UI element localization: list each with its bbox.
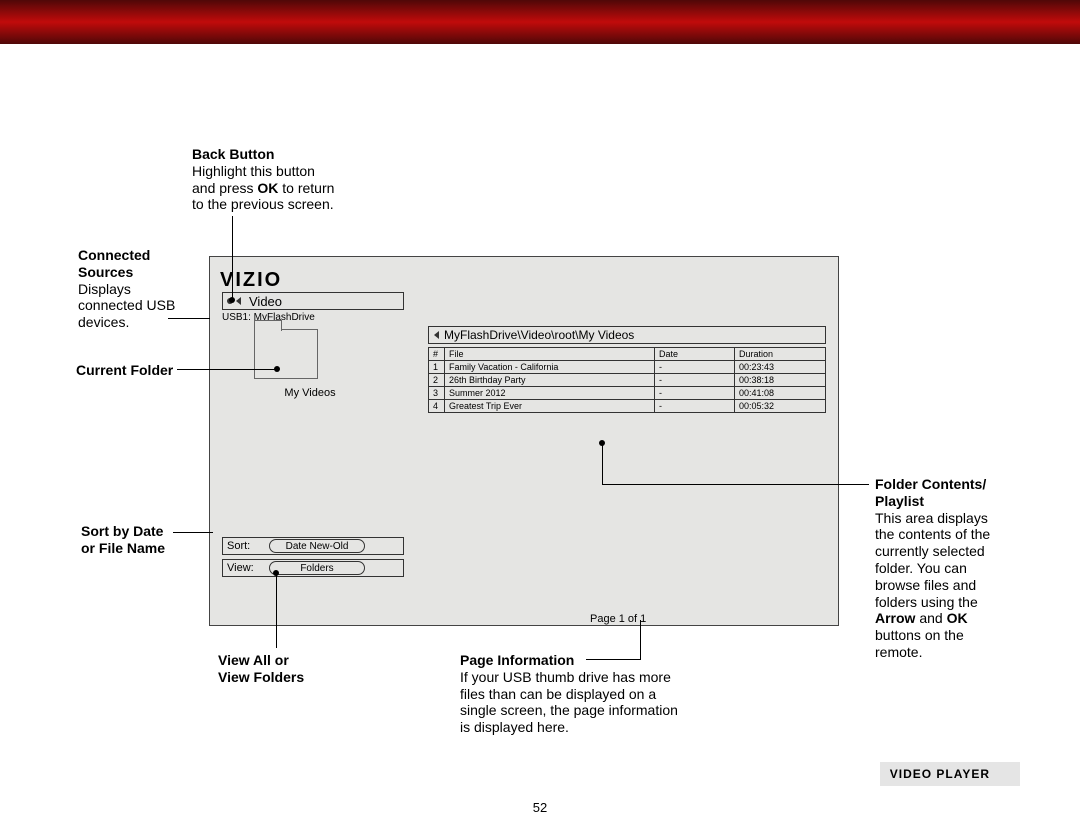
table-row[interactable]: 4Greatest Trip Ever-00:05:32 — [429, 400, 826, 413]
mode-selector[interactable]: Video — [222, 292, 404, 310]
annot-viewall: View All or View Folders — [218, 652, 304, 686]
annot-sources: Connected Sources Displays connected USB… — [78, 247, 175, 331]
view-row[interactable]: View: Folders — [222, 559, 404, 577]
sort-row[interactable]: Sort: Date New-Old — [222, 537, 404, 555]
lead-line — [177, 369, 277, 370]
table-row[interactable]: 3Summer 2012-00:41:08 — [429, 387, 826, 400]
header-bar — [0, 0, 1080, 44]
brand-logo: VIZIO — [220, 269, 282, 292]
annot-back-title: Back Button — [192, 146, 274, 162]
lead-line — [173, 532, 213, 533]
folder-icon[interactable] — [254, 329, 318, 379]
annot-pageinfo: Page Information If your USB thumb drive… — [460, 652, 678, 736]
lead-line — [586, 659, 640, 660]
col-file: File — [445, 348, 655, 361]
folder-name: My Videos — [255, 387, 365, 399]
caption-text: VIDEO PLAYER — [890, 767, 990, 781]
lead-line — [232, 216, 233, 298]
table-header: # File Date Duration — [429, 348, 826, 361]
lead-dot — [229, 297, 235, 303]
back-arrow-icon — [236, 297, 241, 305]
view-label: View: — [223, 562, 257, 574]
sort-label: Sort: — [223, 540, 257, 552]
sort-value[interactable]: Date New-Old — [269, 539, 365, 553]
caption-band: VIDEO PLAYER — [880, 762, 1020, 786]
lead-line — [602, 443, 603, 484]
table-row[interactable]: 1Family Vacation - California-00:23:43 — [429, 361, 826, 374]
col-num: # — [429, 348, 445, 361]
annot-contents: Folder Contents/ Playlist This area disp… — [875, 476, 990, 661]
chevron-left-icon — [434, 331, 439, 339]
table-row[interactable]: 226th Birthday Party-00:38:18 — [429, 374, 826, 387]
col-date: Date — [655, 348, 735, 361]
tv-panel: VIZIO Video USB1: MyFlashDrive My Videos… — [209, 256, 839, 626]
breadcrumb-path: MyFlashDrive\Video\root\My Videos — [444, 328, 634, 342]
annot-current: Current Folder — [76, 362, 173, 379]
lead-line — [640, 620, 641, 660]
lead-dot — [273, 570, 279, 576]
lead-line — [168, 318, 210, 319]
page-indicator: Page 1 of 1 — [590, 613, 646, 625]
lead-line — [276, 572, 277, 648]
annot-back: Back Button Highlight this button and pr… — [192, 146, 334, 213]
lead-line — [602, 484, 869, 485]
view-value[interactable]: Folders — [269, 561, 365, 575]
page-number: 52 — [0, 800, 1080, 815]
col-duration: Duration — [735, 348, 826, 361]
file-table: # File Date Duration 1Family Vacation - … — [428, 347, 826, 413]
mode-label: Video — [245, 294, 282, 309]
annot-sort: Sort by Date or File Name — [81, 523, 165, 557]
lead-dot — [274, 366, 280, 372]
breadcrumb[interactable]: MyFlashDrive\Video\root\My Videos — [428, 326, 826, 344]
